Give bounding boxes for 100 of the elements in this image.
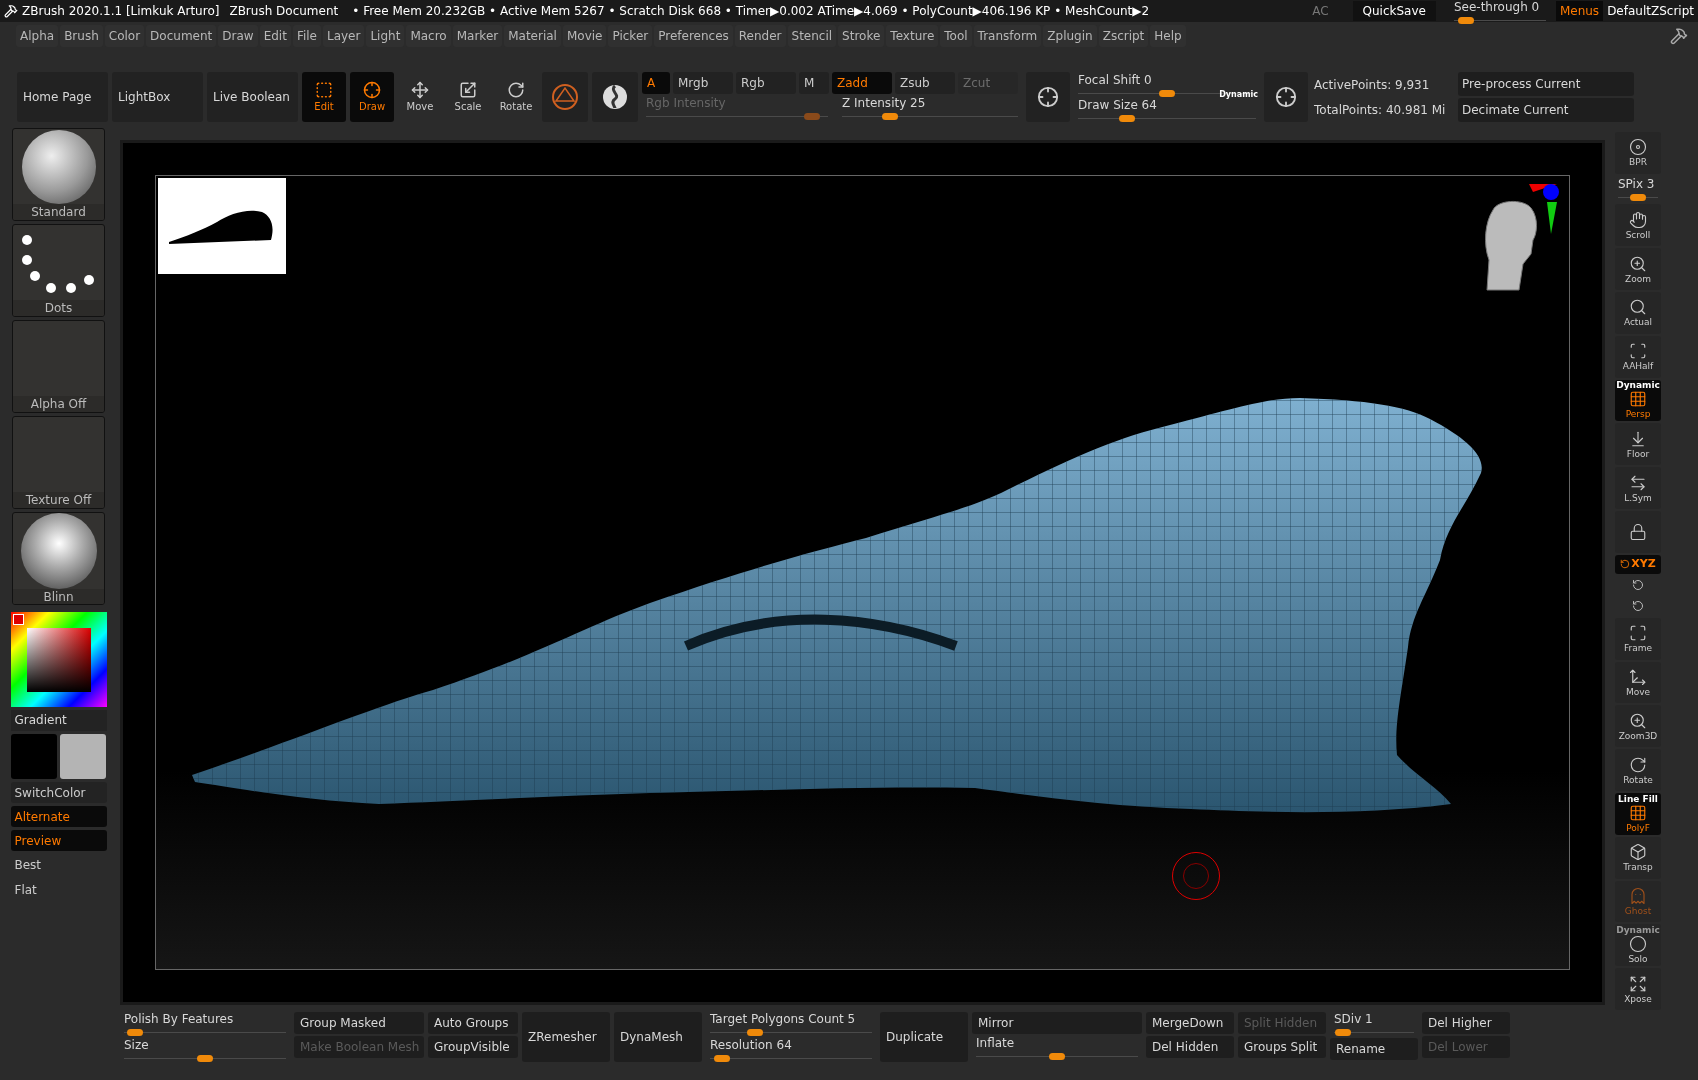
slider-knob[interactable] <box>882 113 898 120</box>
action-button[interactable]: GroupVisible <box>428 1036 518 1058</box>
menu-item[interactable]: Marker <box>452 25 503 47</box>
slider-track[interactable] <box>1078 114 1256 122</box>
view-button[interactable]: Frame <box>1615 617 1661 660</box>
channel-toggle[interactable]: Zadd <box>832 72 892 94</box>
slider-track[interactable] <box>124 1029 286 1036</box>
page-button[interactable]: Live Boolean <box>207 72 298 122</box>
slider-track[interactable] <box>710 1055 872 1062</box>
transform-mode-button[interactable]: Move <box>398 72 442 122</box>
transform-mode-button[interactable]: Scale <box>446 72 490 122</box>
view-button[interactable]: AAHalf <box>1615 335 1661 378</box>
menu-item[interactable]: Draw <box>218 25 258 47</box>
color-picker[interactable] <box>10 612 107 707</box>
action-button[interactable]: Rename <box>1330 1038 1418 1060</box>
slider-knob[interactable] <box>126 1029 143 1036</box>
menu-item[interactable]: Zplugin <box>1043 25 1097 47</box>
menu-item[interactable]: Preferences <box>654 25 733 47</box>
menu-item[interactable]: Macro <box>406 25 451 47</box>
page-button[interactable]: LightBox <box>112 72 203 122</box>
view-button[interactable]: Xpose <box>1615 968 1661 1010</box>
slider-knob[interactable] <box>1049 1053 1065 1060</box>
action-button[interactable]: Del Higher <box>1422 1012 1510 1034</box>
page-button[interactable]: Home Page <box>17 72 108 122</box>
slider-knob[interactable] <box>1118 114 1135 122</box>
draw-settings-button[interactable] <box>1264 72 1308 122</box>
menus-button[interactable]: Menus <box>1555 1 1604 21</box>
slider-knob[interactable] <box>1335 1029 1352 1036</box>
gradient-toggle[interactable]: Gradient <box>10 710 107 731</box>
shelf-tile[interactable]: Blinn <box>12 512 105 605</box>
menu-item[interactable]: Picker <box>608 25 653 47</box>
transform-mode-button[interactable]: Rotate <box>494 72 538 122</box>
slider-knob[interactable] <box>714 1055 731 1062</box>
quicksave-button[interactable]: QuickSave <box>1352 1 1436 21</box>
shelf-tile[interactable]: Alpha Off <box>12 320 105 413</box>
slider-track[interactable] <box>976 1053 1138 1060</box>
dynamic-label[interactable]: Dynamic <box>1219 89 1258 101</box>
secondary-color-swatch[interactable] <box>59 734 106 779</box>
slider-track[interactable] <box>1334 1029 1414 1036</box>
decimation-button[interactable]: Decimate Current <box>1458 98 1634 122</box>
main-color-swatch[interactable] <box>10 734 57 779</box>
menu-item[interactable]: Help <box>1150 25 1186 47</box>
view-button[interactable]: L.Sym <box>1615 467 1661 509</box>
action-button[interactable]: Groups Split <box>1238 1036 1326 1058</box>
slider-knob[interactable] <box>746 1029 763 1036</box>
channel-toggle[interactable]: Mrgb <box>673 72 733 94</box>
view-button[interactable]: Floor <box>1615 423 1661 466</box>
channel-toggle[interactable]: A <box>642 72 670 94</box>
color-option-button[interactable]: Preview <box>10 830 107 851</box>
view-button[interactable]: BPR <box>1615 132 1661 174</box>
action-button[interactable]: ZRemesher <box>522 1012 610 1062</box>
menu-item[interactable]: Layer <box>322 25 365 47</box>
menu-item[interactable]: Tool <box>940 25 972 47</box>
view-button[interactable]: Dynamic Solo <box>1615 924 1661 967</box>
action-button[interactable]: Duplicate <box>880 1012 968 1062</box>
shelf-tile[interactable]: Dots <box>12 224 105 317</box>
shelf-tile[interactable]: Texture Off <box>12 416 105 509</box>
color-option-button[interactable]: Alternate <box>10 806 107 827</box>
menu-item[interactable]: Light <box>366 25 405 47</box>
slider-knob[interactable] <box>197 1055 213 1062</box>
channel-toggle[interactable]: Zsub <box>895 72 955 94</box>
action-button[interactable]: Group Masked <box>294 1012 424 1034</box>
transform-mode-button[interactable]: Draw <box>350 72 394 122</box>
menu-item[interactable]: Stencil <box>787 25 837 47</box>
channel-toggle[interactable]: M <box>799 72 829 94</box>
menu-item[interactable]: Edit <box>259 25 291 47</box>
menu-item[interactable]: Material <box>504 25 561 47</box>
slider-track[interactable] <box>1618 194 1658 202</box>
slider-track[interactable] <box>646 113 828 120</box>
stroke-settings-button[interactable] <box>1026 72 1070 122</box>
transform-mode-button[interactable]: Edit <box>302 72 346 122</box>
menu-item[interactable]: File <box>292 25 321 47</box>
menu-item[interactable]: Color <box>104 25 145 47</box>
menu-item[interactable]: Document <box>146 25 217 47</box>
menu-item[interactable]: Texture <box>886 25 939 47</box>
render-mode-option[interactable]: Flat <box>10 879 107 901</box>
action-button[interactable]: Del Hidden <box>1146 1036 1234 1058</box>
menu-item[interactable]: Movie <box>562 25 607 47</box>
view-button[interactable]: Dynamic Persp <box>1615 379 1661 422</box>
menu-item[interactable]: Transform <box>973 25 1042 47</box>
view-button[interactable]: Actual <box>1615 292 1661 334</box>
render-mode-option[interactable]: Best <box>10 854 107 876</box>
view-button[interactable]: Zoom3D <box>1615 705 1661 748</box>
view-button[interactable]: Rotate <box>1615 749 1661 791</box>
menu-item[interactable]: Brush <box>60 25 103 47</box>
slider-track[interactable] <box>124 1055 286 1062</box>
menu-item[interactable]: Zscript <box>1098 25 1149 47</box>
menu-item[interactable]: Alpha <box>16 25 59 47</box>
view-button[interactable]: Move <box>1615 661 1661 704</box>
shelf-tile[interactable]: Standard <box>12 128 105 221</box>
action-button[interactable]: Mirror <box>972 1012 1142 1034</box>
menu-item[interactable]: Stroke <box>838 25 885 47</box>
slider-track[interactable] <box>1453 17 1546 22</box>
slider-knob[interactable] <box>1159 89 1175 97</box>
slider-track[interactable] <box>842 113 1018 120</box>
slider-track[interactable] <box>710 1029 872 1036</box>
decimation-button[interactable]: Pre-process Current <box>1458 72 1634 96</box>
view-button[interactable]: Transp <box>1615 836 1661 879</box>
slider-knob[interactable] <box>1457 17 1474 24</box>
menu-item[interactable]: Render <box>734 25 786 47</box>
